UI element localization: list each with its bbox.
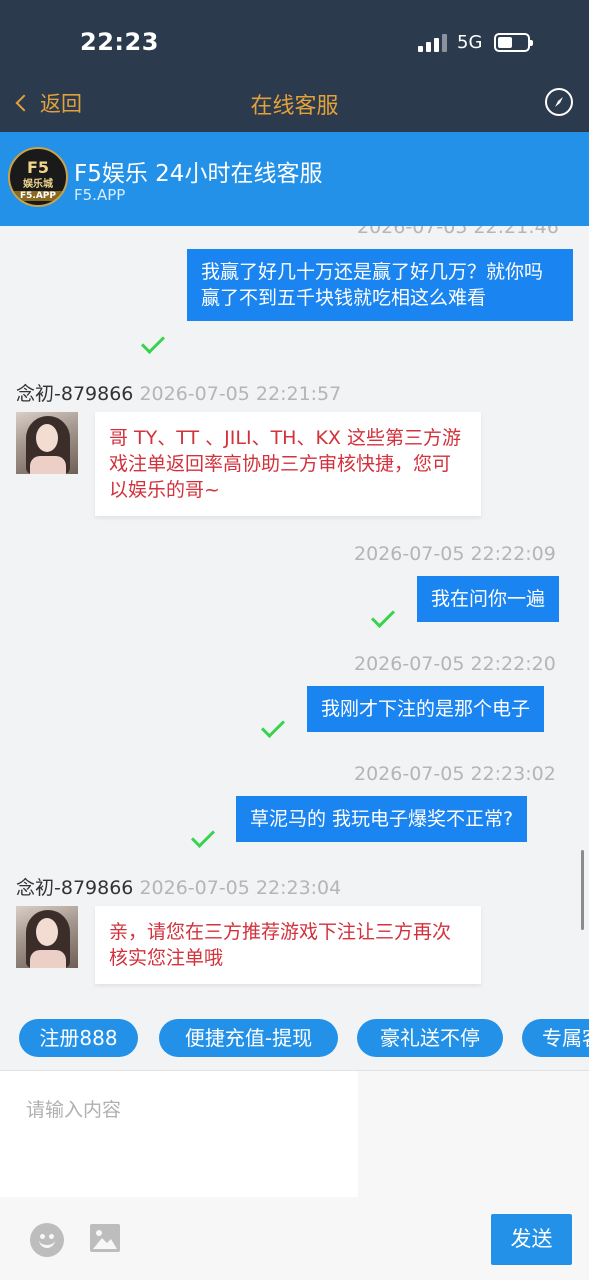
message-composer: 发送 [0,1070,589,1280]
service-banner: F5 娱乐城 F5.APP F5娱乐 24小时在线客服 F5.APP [0,132,589,226]
quick-reply-bar[interactable]: 注册888 便捷充值-提现 豪礼送不停 专属客 [0,1006,589,1070]
read-check-icon [370,603,396,629]
clock: 22:23 [80,28,159,56]
chat-area[interactable]: 2026-07-05 22:21:46 我赢了好几十万还是赢了好几万？就你吗赢了… [0,226,589,1006]
outgoing-message[interactable]: 我赢了好几十万还是赢了好几万？就你吗赢了不到五千块钱就吃相这么难看 [187,249,573,321]
outgoing-message[interactable]: 我刚才下注的是那个电子 [307,686,545,732]
quick-reply-gifts[interactable]: 豪礼送不停 [357,1019,503,1057]
emoji-icon[interactable] [30,1223,64,1257]
battery-icon [494,33,533,52]
signal-icon [418,34,448,52]
outgoing-message[interactable]: 我在问你一遍 [417,576,560,622]
service-subtitle: F5.APP [74,186,126,204]
nav-bar: 返回 在线客服 [0,74,589,132]
message-timestamp: 2026-07-05 22:23:02 [354,763,556,785]
service-name: F5娱乐 24小时在线客服 [74,161,323,187]
message-timestamp: 2026-07-05 22:21:46 [357,226,559,238]
incoming-message[interactable]: 哥 TY、TT 、JILI、TH、KX 这些第三方游戏注单返回率高协助三方审核快… [95,412,481,516]
send-button[interactable]: 发送 [491,1214,572,1265]
message-timestamp: 2026-07-05 22:22:09 [354,543,556,565]
quick-reply-register[interactable]: 注册888 [19,1019,138,1057]
chat-scrollbar[interactable] [581,850,584,930]
quick-reply-deposit[interactable]: 便捷充值-提现 [159,1019,338,1057]
read-check-icon [190,823,216,849]
message-timestamp: 2026-07-05 22:22:20 [354,653,556,675]
outgoing-message[interactable]: 草泥马的 我玩电子爆奖不正常? [236,796,528,842]
quick-reply-exclusive[interactable]: 专属客 [522,1019,589,1057]
compass-icon[interactable] [545,88,573,116]
message-input[interactable] [0,1071,358,1197]
agent-avatar [16,412,78,474]
read-check-icon [260,713,286,739]
page-title: 在线客服 [250,94,339,119]
message-sender: 念初-879866 2026-07-05 22:23:04 [16,877,342,899]
status-bar: 22:23 5G [0,0,589,74]
network-label: 5G [457,32,483,53]
agent-avatar [16,906,78,968]
brand-logo: F5 娱乐城 F5.APP [8,147,68,207]
read-check-icon [140,329,166,355]
message-sender: 念初-879866 2026-07-05 22:21:57 [16,383,342,405]
incoming-message[interactable]: 亲，请您在三方推荐游戏下注让三方再次核实您注单哦 [95,906,481,984]
image-icon[interactable] [90,1224,120,1252]
